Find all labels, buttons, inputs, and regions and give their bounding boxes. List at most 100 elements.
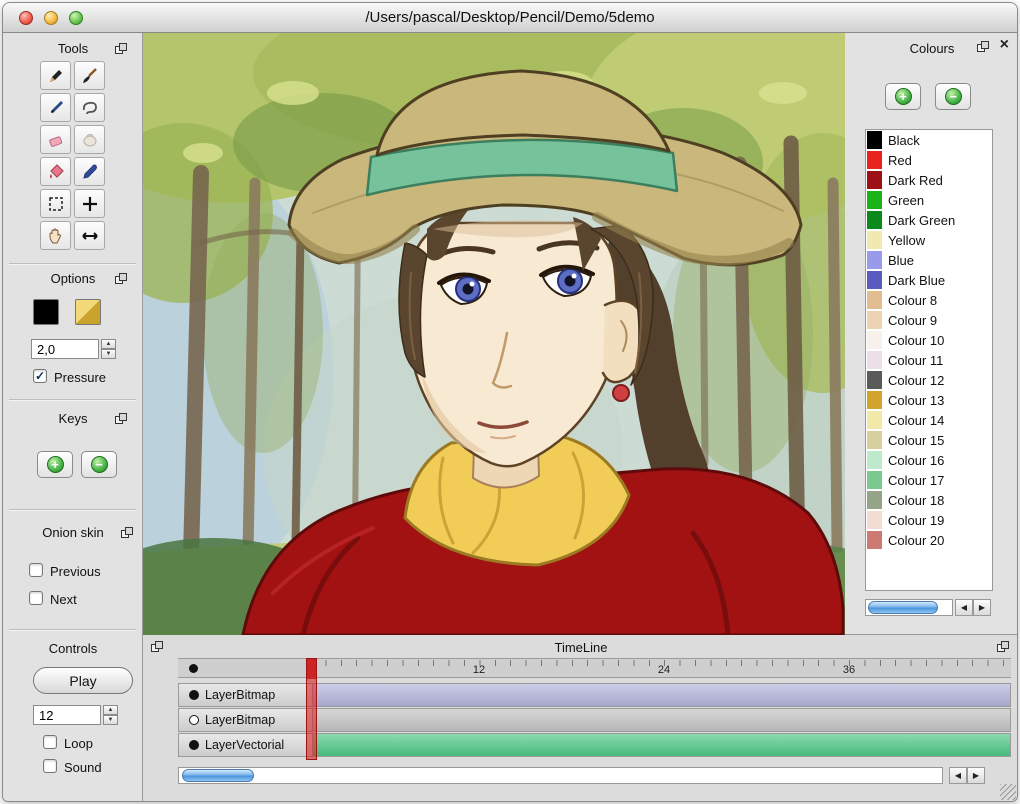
bucket-tool-button[interactable]: [40, 157, 71, 186]
colour-swatch: [867, 131, 882, 149]
divider: [9, 509, 136, 510]
colour-item[interactable]: Dark Blue: [866, 270, 992, 290]
colours-scroll-left-button[interactable]: ◀: [955, 599, 973, 616]
remove-colour-button[interactable]: −: [935, 83, 971, 110]
eraser-tool-button[interactable]: [40, 125, 71, 154]
colour-item[interactable]: Dark Green: [866, 210, 992, 230]
colour-item[interactable]: Colour 12: [866, 370, 992, 390]
colour-item[interactable]: Dark Red: [866, 170, 992, 190]
titlebar[interactable]: /Users/pascal/Desktop/Pencil/Demo/5demo: [3, 3, 1017, 33]
fill-colour-swatch[interactable]: [75, 299, 101, 325]
move-tool-button[interactable]: [74, 189, 105, 218]
colour-item[interactable]: Colour 18: [866, 490, 992, 510]
colour-item[interactable]: Colour 20: [866, 530, 992, 550]
colour-item[interactable]: Green: [866, 190, 992, 210]
onion-previous-checkbox[interactable]: [29, 563, 43, 577]
colour-item[interactable]: Yellow: [866, 230, 992, 250]
stroke-width-down-button[interactable]: ▼: [101, 349, 116, 359]
colours-scrollbar[interactable]: [865, 599, 953, 616]
timeline-scroll-right-button[interactable]: ▶: [967, 767, 985, 784]
layer-track[interactable]: [313, 683, 1011, 707]
colour-item[interactable]: Colour 13: [866, 390, 992, 410]
colour-item[interactable]: Colour 14: [866, 410, 992, 430]
onion-next-label: Next: [50, 592, 77, 607]
layer-label[interactable]: LayerBitmap: [178, 708, 313, 732]
left-toolbar: Tools Options ▲ ▼: [3, 33, 143, 801]
dock-onion-icon[interactable]: [121, 527, 133, 538]
timeline-scrollbar[interactable]: [178, 767, 943, 784]
colour-item[interactable]: Colour 16: [866, 450, 992, 470]
layer-track[interactable]: [313, 708, 1011, 732]
colour-item[interactable]: Colour 19: [866, 510, 992, 530]
colour-swatch: [867, 251, 882, 269]
dock-keys-icon[interactable]: [115, 413, 127, 424]
timeline-scroll-left-button[interactable]: ◀: [949, 767, 967, 784]
flip-horizontal-tool-button[interactable]: [74, 221, 105, 250]
hand-tool-button[interactable]: [40, 221, 71, 250]
pencil-tool-button[interactable]: [40, 61, 71, 90]
check-icon: ✓: [34, 369, 46, 383]
playhead[interactable]: [306, 658, 317, 760]
timeline-layer-row: LayerBitmap: [178, 708, 1011, 732]
pressure-checkbox[interactable]: ✓: [33, 369, 47, 383]
drawing-canvas[interactable]: [143, 33, 845, 635]
fps-up-button[interactable]: ▲: [103, 705, 118, 715]
dock-tools-icon[interactable]: [115, 43, 127, 54]
sound-checkbox[interactable]: [43, 759, 57, 773]
select-tool-button[interactable]: [40, 189, 71, 218]
frame-ruler[interactable]: 12 24 36: [178, 658, 1011, 678]
colour-item[interactable]: Blue: [866, 250, 992, 270]
colours-scrollbar-thumb[interactable]: [868, 601, 938, 614]
layer-name: LayerBitmap: [205, 688, 276, 702]
eyedropper-tool-button[interactable]: [74, 157, 105, 186]
colour-item[interactable]: Colour 10: [866, 330, 992, 350]
layer-label[interactable]: LayerVectorial: [178, 733, 313, 757]
onion-next-checkbox[interactable]: [29, 591, 43, 605]
dock-colours-icon[interactable]: [977, 41, 989, 52]
colour-swatch: [867, 431, 882, 449]
loop-label: Loop: [64, 736, 93, 751]
stroke-colour-swatch[interactable]: [33, 299, 59, 325]
colour-item[interactable]: Colour 11: [866, 350, 992, 370]
stroke-width-up-button[interactable]: ▲: [101, 339, 116, 349]
remove-key-button[interactable]: −: [81, 451, 117, 478]
loop-checkbox[interactable]: [43, 735, 57, 749]
colours-panel-title: Colours: [909, 41, 955, 56]
colour-item[interactable]: Colour 9: [866, 310, 992, 330]
smudge-tool-button[interactable]: [74, 125, 105, 154]
options-panel-title: Options: [50, 271, 96, 286]
polyline-tool-button[interactable]: [74, 93, 105, 122]
colour-item[interactable]: Red: [866, 150, 992, 170]
layer-visibility-dot[interactable]: [189, 740, 199, 750]
pen-tool-button[interactable]: [40, 93, 71, 122]
play-button[interactable]: Play: [33, 667, 133, 694]
colour-swatch: [867, 451, 882, 469]
colour-swatch: [867, 471, 882, 489]
layer-visibility-dot[interactable]: [189, 715, 199, 725]
brush-icon: [82, 67, 97, 83]
layer-label[interactable]: LayerBitmap: [178, 683, 313, 707]
layer-track[interactable]: [313, 733, 1011, 757]
dock-options-icon[interactable]: [115, 273, 127, 284]
colour-swatch: [867, 511, 882, 529]
fps-down-button[interactable]: ▼: [103, 715, 118, 725]
layer-visibility-dot[interactable]: [189, 690, 199, 700]
brush-tool-button[interactable]: [74, 61, 105, 90]
close-colours-icon[interactable]: ×: [1000, 37, 1009, 53]
colour-item[interactable]: Colour 15: [866, 430, 992, 450]
colour-item[interactable]: Black: [866, 130, 992, 150]
window-resize-grip[interactable]: [1000, 784, 1016, 800]
colour-item[interactable]: Colour 17: [866, 470, 992, 490]
dock-timeline-right-icon[interactable]: [997, 641, 1009, 652]
timeline-layer-row: LayerBitmap: [178, 683, 1011, 707]
fps-input[interactable]: [33, 705, 101, 725]
colours-scroll-right-button[interactable]: ▶: [973, 599, 991, 616]
timeline-scrollbar-thumb[interactable]: [182, 769, 254, 782]
colour-item[interactable]: Colour 8: [866, 290, 992, 310]
stroke-width-input[interactable]: [31, 339, 99, 359]
add-key-button[interactable]: +: [37, 451, 73, 478]
polyline-icon: [82, 101, 97, 114]
add-colour-button[interactable]: +: [885, 83, 921, 110]
eyedropper-icon: [82, 163, 97, 179]
tools-panel-header: Tools: [3, 41, 143, 56]
